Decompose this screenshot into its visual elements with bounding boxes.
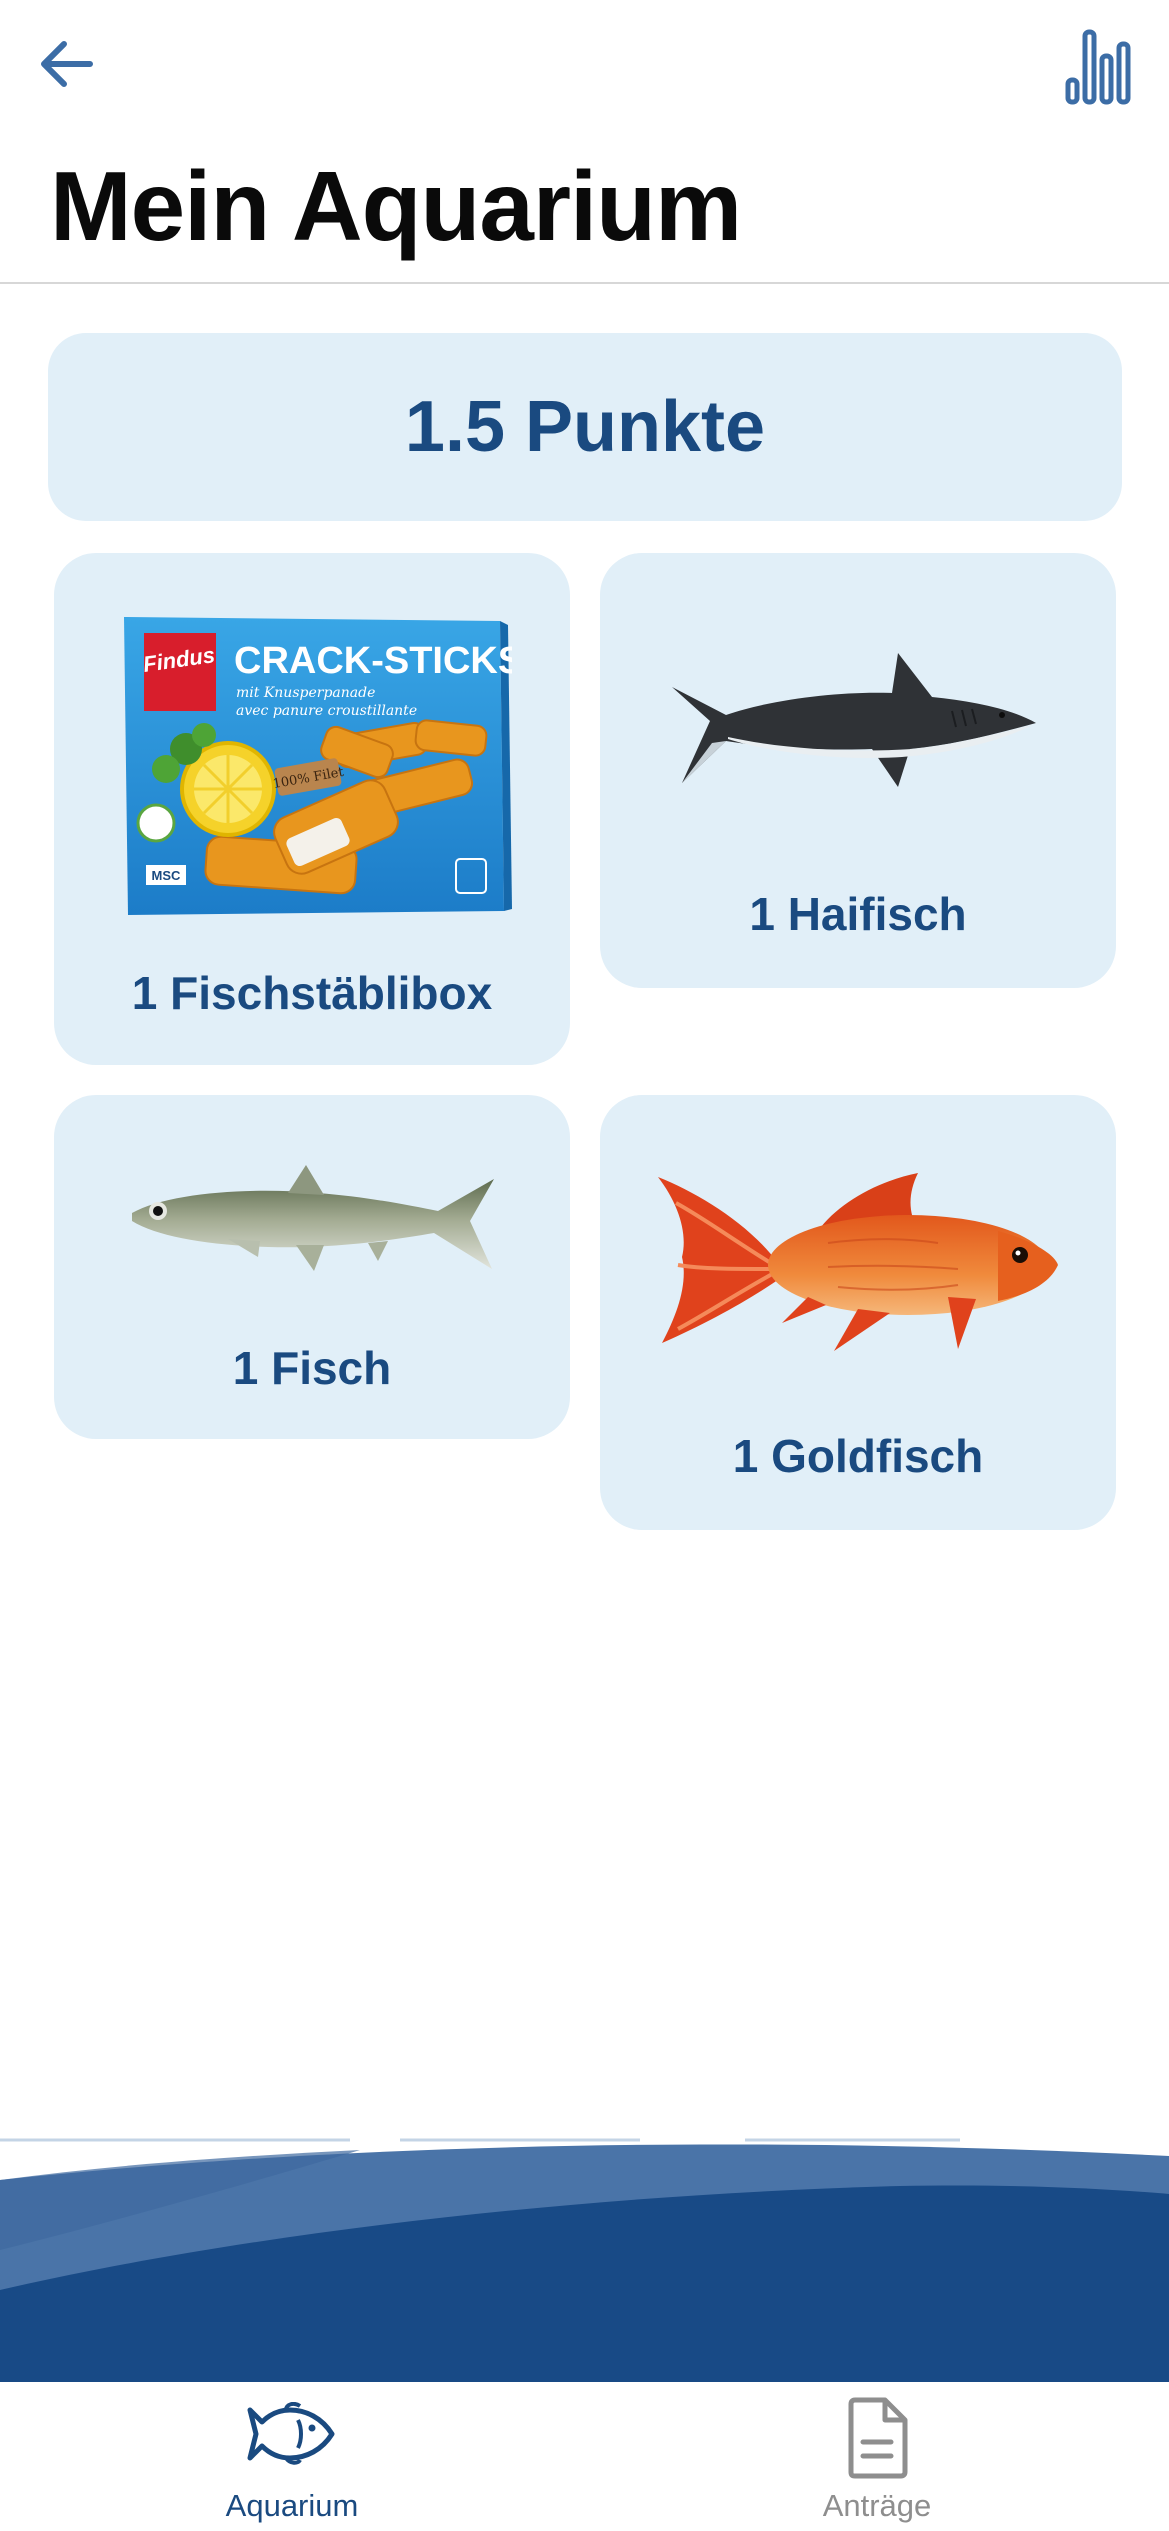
tab-aquarium[interactable]: Aquarium (142, 2382, 442, 2531)
points-card: 1.5 Punkte (48, 333, 1122, 521)
box-msc: MSC (152, 868, 182, 883)
tab-antraege[interactable]: Anträge (727, 2382, 1027, 2531)
title-divider (0, 282, 1169, 284)
aquarium-item-fish-sticks[interactable]: Findus CRACK-STICKS mit Knusperpanade av… (54, 553, 570, 1065)
tab-antraege-label: Anträge (822, 2488, 932, 2523)
page-title: Mein Aquarium (50, 151, 742, 261)
goldfish-image (658, 1173, 1058, 1351)
fish-icon (247, 2402, 335, 2465)
tab-bar: Aquarium Anträge (0, 2382, 1169, 2531)
box-tagline-1: mit Knusperpanade (236, 685, 375, 701)
item-label: 1 Fisch (232, 1342, 392, 1394)
item-label: 1 Goldfisch (732, 1430, 984, 1482)
box-tagline-2: avec panure croustillante (236, 703, 417, 719)
tab-aquarium-label: Aquarium (225, 2488, 359, 2523)
bar-chart-icon (1065, 29, 1131, 105)
decorative-wave (0, 2138, 1169, 2382)
top-bar (0, 0, 1169, 140)
back-button[interactable] (36, 32, 100, 96)
box-product-name: CRACK-STICKS (234, 640, 512, 682)
aquarium-item-shark[interactable]: 1 Haifisch (600, 553, 1116, 988)
item-label: 1 Fischstäblibox (131, 967, 493, 1019)
fish-sticks-box-image: Findus CRACK-STICKS mit Knusperpanade av… (124, 617, 512, 915)
item-label: 1 Haifisch (749, 888, 967, 940)
points-value: 1.5 Punkte (404, 387, 766, 467)
document-icon (848, 2397, 908, 2479)
fish-image (132, 1165, 494, 1271)
aquarium-item-goldfish[interactable]: 1 Goldfisch (600, 1095, 1116, 1530)
statistics-button[interactable] (1062, 26, 1138, 106)
shark-image (672, 653, 1036, 787)
aquarium-item-fish[interactable]: 1 Fisch (54, 1095, 570, 1439)
arrow-left-icon (41, 41, 93, 87)
